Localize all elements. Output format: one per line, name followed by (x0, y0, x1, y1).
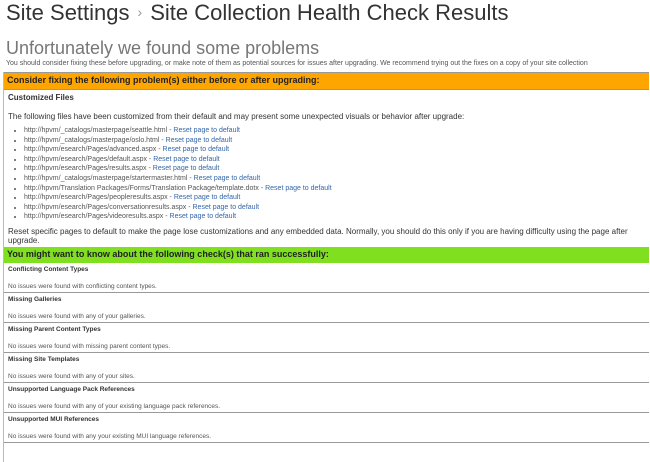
success-bar: You might want to know about the followi… (4, 246, 649, 263)
reset-page-link[interactable]: Reset page to default (194, 175, 261, 182)
check-result: No issues were found with conflicting co… (8, 282, 157, 290)
results-heading: Unfortunately we found some problems (6, 38, 320, 58)
check-title: Conflicting Content Types (8, 265, 89, 273)
customized-file-item: http://hpvm/esearch/Pages/advanced.aspx … (24, 145, 649, 155)
file-url: http://hpvm/esearch/Pages/advanced.aspx (24, 146, 157, 154)
file-url: http://hpvm/_catalogs/masterpage/seattle… (24, 127, 168, 134)
file-url: http://hpvm/_catalogs/masterpage/starter… (24, 174, 188, 182)
check-title: Missing Site Templates (8, 355, 80, 363)
reset-page-link[interactable]: Reset page to default (153, 156, 220, 163)
reset-page-link[interactable]: Reset page to default (173, 127, 240, 134)
check-result: No issues were found with any of your ga… (8, 312, 146, 320)
check-result: No issues were found with any of your ex… (8, 402, 221, 410)
customized-file-item: http://hpvm/esearch/Pages/conversationre… (24, 203, 649, 213)
reset-note: Reset specific pages to default to make … (8, 226, 628, 246)
customized-file-item: http://hpvm/Translation Packages/Forms/T… (24, 184, 649, 194)
file-url: http://hpvm/Translation Packages/Forms/T… (24, 184, 259, 192)
check-section: Missing Galleries No issues were found wi… (4, 293, 649, 323)
problems-bar: Consider fixing the following problem(s)… (4, 72, 649, 90)
check-title: Unsupported MUI References (8, 415, 100, 423)
reset-page-link[interactable]: Reset page to default (166, 137, 233, 144)
breadcrumb-root-link[interactable]: Site Settings (6, 0, 130, 25)
check-title: Missing Parent Content Types (8, 325, 101, 333)
breadcrumb: Site Settings › Site Collection Health Che… (6, 0, 508, 26)
check-result: No issues were found with any of your si… (8, 372, 135, 380)
customized-file-item: http://hpvm/_catalogs/masterpage/seattle… (24, 126, 649, 136)
check-title: Unsupported Language Pack References (8, 385, 135, 393)
file-url: http://hpvm/_catalogs/masterpage/oslo.ht… (24, 136, 160, 144)
customized-file-item: http://hpvm/esearch/Pages/videoresults.a… (24, 212, 649, 222)
reset-page-link[interactable]: Reset page to default (170, 213, 237, 220)
intro-text: You should consider fixing these before … (6, 60, 588, 67)
reset-page-link[interactable]: Reset page to default (193, 204, 260, 211)
check-section: Unsupported Language Pack References No i… (4, 383, 649, 413)
check-result: No issues were found with any your exist… (8, 432, 212, 440)
check-section: Missing Parent Content Types No issues we… (4, 323, 649, 353)
reset-page-link[interactable]: Reset page to default (265, 185, 332, 192)
customized-files-title: Customized Files (8, 93, 74, 102)
customized-file-item: http://hpvm/_catalogs/masterpage/oslo.ht… (24, 136, 649, 146)
file-url: http://hpvm/esearch/Pages/videoresults.a… (24, 213, 164, 221)
reset-page-link[interactable]: Reset page to default (153, 165, 220, 172)
file-url: http://hpvm/esearch/Pages/peopleresults.… (24, 194, 168, 202)
customized-file-item: http://hpvm/esearch/Pages/default.aspx -… (24, 155, 649, 165)
file-url: http://hpvm/esearch/Pages/conversationre… (24, 203, 187, 211)
page-title: Site Collection Health Check Results (150, 0, 509, 25)
customized-file-item: http://hpvm/esearch/Pages/peopleresults.… (24, 193, 649, 203)
check-section: Unsupported MUI References No issues were… (4, 413, 649, 443)
file-url: http://hpvm/esearch/Pages/default.aspx (24, 155, 147, 163)
customized-files-list: http://hpvm/_catalogs/masterpage/seattle… (4, 126, 649, 222)
check-section: Conflicting Content Types No issues were … (4, 263, 649, 293)
results-panel: Consider fixing the following problem(s)… (3, 72, 649, 462)
reset-page-link[interactable]: Reset page to default (163, 146, 230, 153)
customized-file-item: http://hpvm/_catalogs/masterpage/starter… (24, 174, 649, 184)
file-url: http://hpvm/esearch/Pages/results.aspx (24, 165, 147, 173)
check-section: Missing Site Templates No issues were fou… (4, 353, 649, 383)
customized-file-item: http://hpvm/esearch/Pages/results.aspx -… (24, 164, 649, 174)
check-result: No issues were found with missing parent… (8, 342, 171, 350)
customized-files-description: The following files have been customized… (8, 111, 465, 121)
breadcrumb-separator: › (137, 4, 143, 20)
check-title: Missing Galleries (8, 295, 62, 303)
success-checks: Conflicting Content Types No issues were … (4, 263, 649, 443)
reset-page-link[interactable]: Reset page to default (174, 194, 241, 201)
